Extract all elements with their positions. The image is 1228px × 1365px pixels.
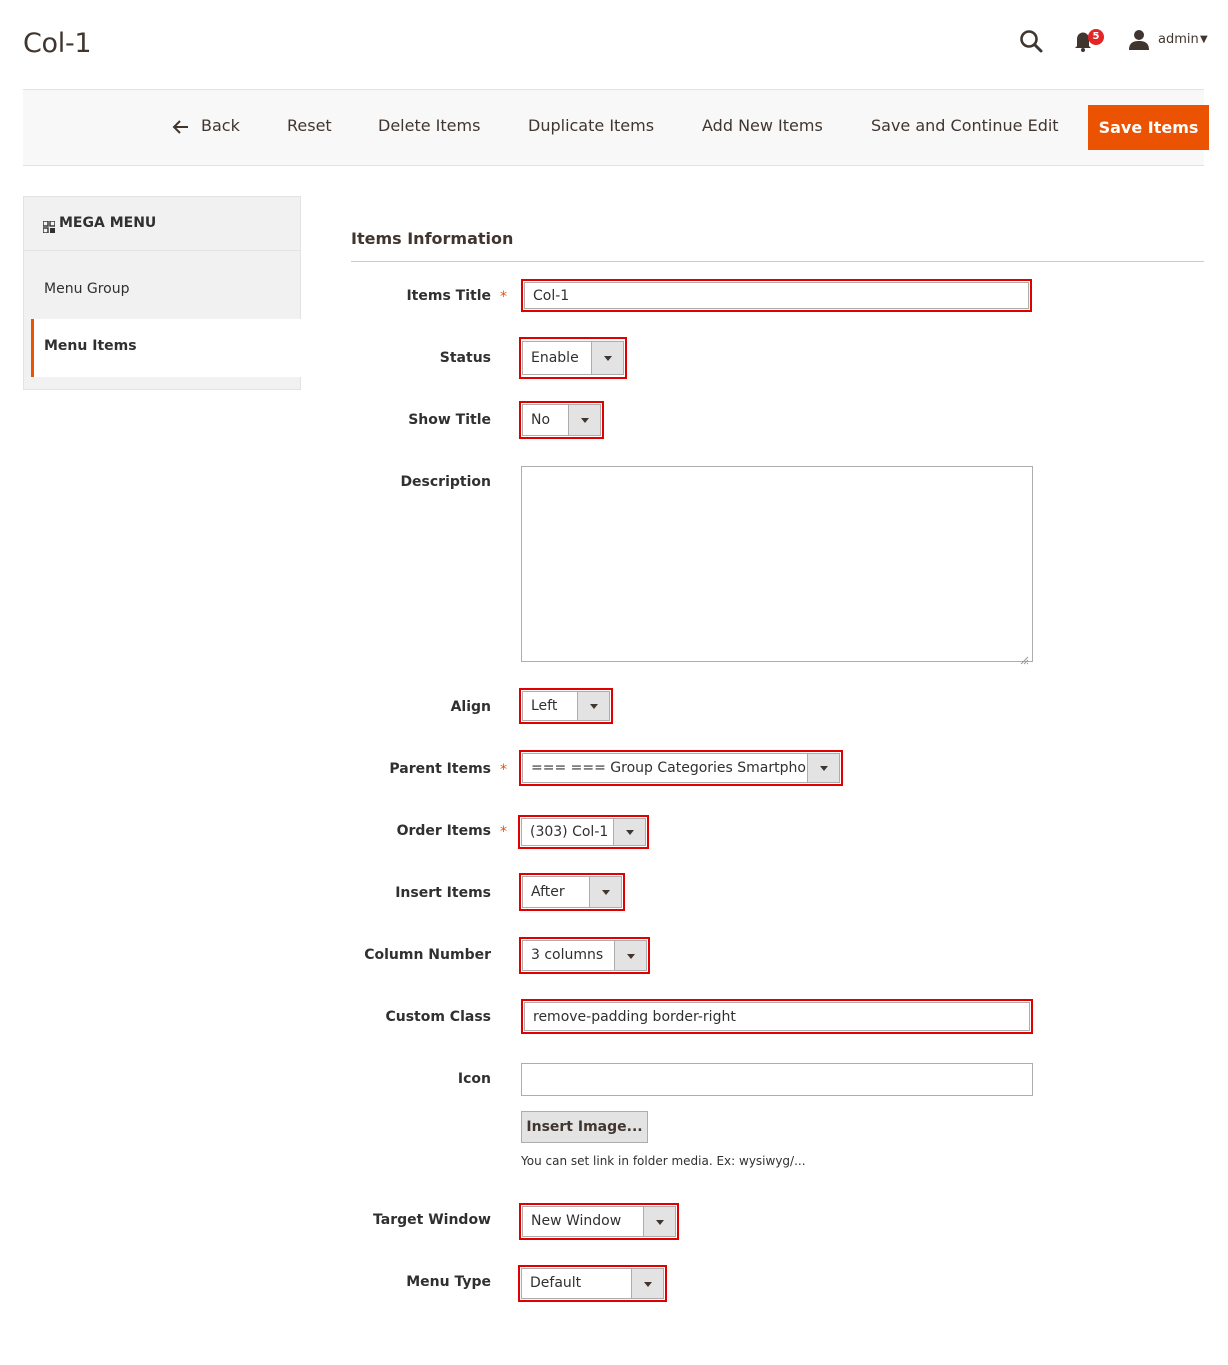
chevron-down-icon[interactable] (614, 941, 646, 970)
align-label: Align (450, 699, 491, 715)
user-name[interactable]: admin (1158, 32, 1199, 47)
items-title-input[interactable]: Col-1 (524, 282, 1029, 309)
order-items-select[interactable]: (303) Col-1 (521, 818, 646, 846)
chevron-down-icon[interactable] (591, 342, 623, 374)
delete-items-button[interactable]: Delete Items (378, 116, 480, 135)
insert-items-select[interactable]: After (522, 876, 622, 908)
grid-icon (42, 218, 56, 234)
icon-input[interactable] (521, 1063, 1033, 1096)
icon-note: You can set link in folder media. Ex: wy… (521, 1154, 806, 1168)
insert-image-button[interactable]: Insert Image... (521, 1111, 648, 1143)
menu-type-label: Menu Type (406, 1274, 491, 1290)
status-select[interactable]: Enable (522, 341, 624, 375)
chevron-down-icon[interactable] (631, 1269, 663, 1298)
align-select[interactable]: Left (522, 691, 610, 721)
custom-class-input[interactable]: remove-padding border-right (524, 1002, 1030, 1031)
parent-items-select[interactable]: === === Group Categories Smartphone (522, 753, 840, 783)
description-label: Description (400, 474, 491, 490)
required-marker: * (500, 289, 507, 305)
icon-label: Icon (457, 1071, 491, 1087)
column-number-value: 3 columns (531, 947, 604, 963)
insert-items-label: Insert Items (395, 885, 491, 901)
section-title: Items Information (351, 229, 514, 248)
description-textarea[interactable] (521, 466, 1033, 662)
chevron-down-icon[interactable]: ▼ (1200, 34, 1208, 45)
menu-type-value: Default (530, 1275, 582, 1291)
chevron-down-icon[interactable] (577, 692, 609, 720)
target-window-label: Target Window (373, 1212, 491, 1228)
save-items-button[interactable]: Save Items (1088, 105, 1209, 150)
status-label: Status (439, 350, 491, 366)
required-marker: * (500, 824, 507, 840)
sidebar-item-menu-group[interactable]: Menu Group (44, 281, 130, 297)
arrow-left-icon[interactable] (172, 119, 190, 135)
chevron-down-icon[interactable] (589, 877, 621, 907)
chevron-down-icon[interactable] (568, 405, 600, 435)
resize-handle-icon[interactable] (1020, 650, 1029, 665)
custom-class-label: Custom Class (385, 1009, 491, 1025)
order-items-value: (303) Col-1 (530, 824, 609, 840)
user-icon[interactable] (1128, 29, 1152, 51)
chevron-down-icon[interactable] (613, 819, 645, 845)
order-items-label: Order Items (396, 823, 491, 839)
duplicate-items-button[interactable]: Duplicate Items (528, 116, 654, 135)
items-title-label: Items Title (406, 288, 491, 304)
insert-items-value: After (531, 884, 565, 900)
section-divider (351, 261, 1204, 262)
parent-items-value: === === Group Categories Smartphone (531, 760, 824, 776)
status-value: Enable (531, 350, 579, 366)
page-title: Col-1 (23, 28, 92, 59)
chevron-down-icon[interactable] (643, 1207, 675, 1236)
align-value: Left (531, 698, 558, 714)
show-title-select[interactable]: No (522, 404, 601, 436)
save-continue-button[interactable]: Save and Continue Edit (871, 116, 1059, 135)
column-number-select[interactable]: 3 columns (522, 940, 647, 971)
sidebar-heading-label: MEGA MENU (59, 215, 157, 231)
add-new-items-button[interactable]: Add New Items (702, 116, 823, 135)
back-button[interactable]: Back (201, 116, 240, 135)
menu-type-select[interactable]: Default (521, 1268, 664, 1299)
sidebar-item-menu-items[interactable]: Menu Items (44, 338, 137, 354)
notification-badge[interactable]: 5 (1088, 29, 1104, 45)
target-window-select[interactable]: New Window (522, 1206, 676, 1237)
column-number-label: Column Number (364, 947, 491, 963)
target-window-value: New Window (531, 1213, 622, 1229)
reset-button[interactable]: Reset (287, 116, 332, 135)
chevron-down-icon[interactable] (807, 754, 839, 782)
required-marker: * (500, 762, 507, 778)
show-title-value: No (531, 412, 551, 428)
show-title-label: Show Title (408, 412, 491, 428)
search-icon[interactable] (1019, 29, 1045, 55)
parent-items-label: Parent Items (389, 761, 491, 777)
